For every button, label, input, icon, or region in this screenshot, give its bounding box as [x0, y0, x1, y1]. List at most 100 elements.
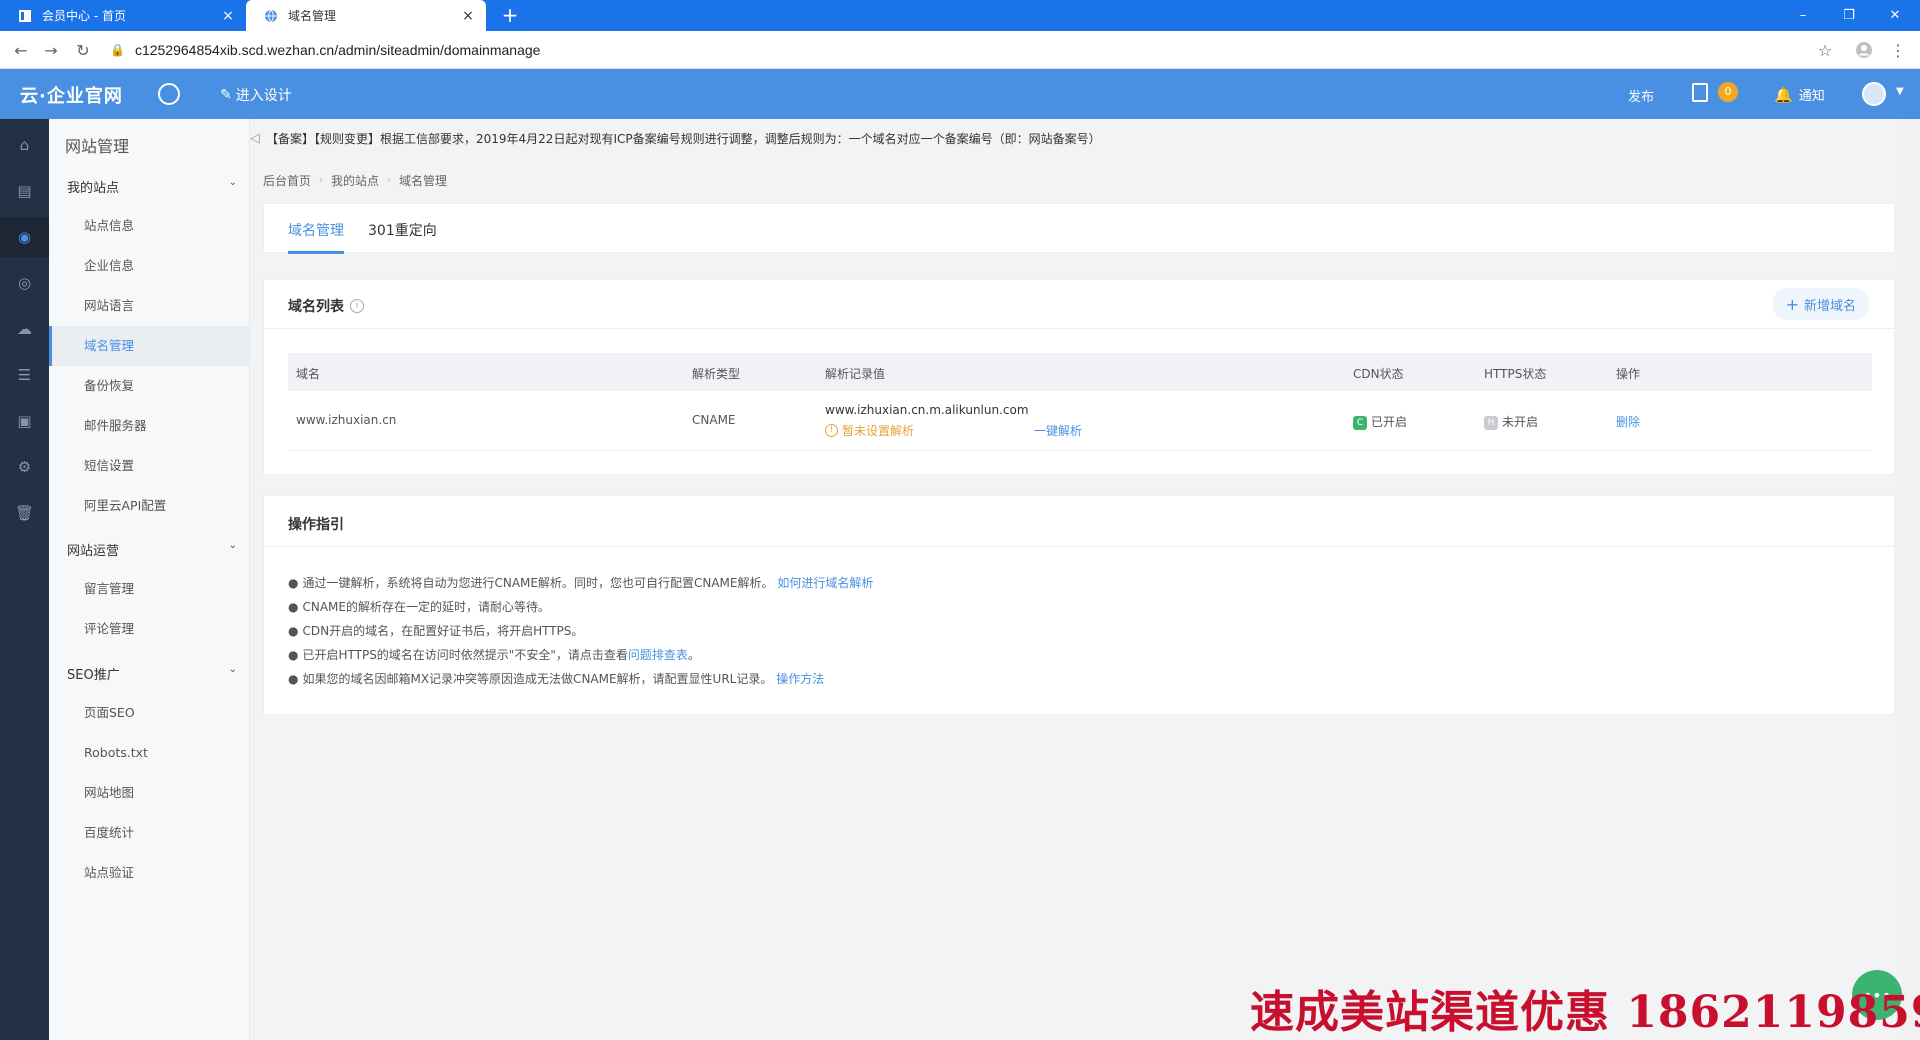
bookmark-star-icon[interactable]: ☆ — [1814, 39, 1836, 61]
sidebar-item-page-seo[interactable]: 页面SEO — [49, 693, 249, 733]
publish-button[interactable]: 发布 — [1628, 86, 1654, 105]
breadcrumb: 后台首页 › 我的站点 › 域名管理 — [263, 172, 447, 189]
close-icon[interactable]: × — [220, 8, 236, 24]
tab-domain-manage[interactable]: 域名管理 — [288, 220, 344, 240]
add-domain-button[interactable]: + 新增域名 — [1771, 288, 1870, 320]
pages-icon[interactable]: ▤ — [0, 171, 49, 211]
close-icon[interactable]: × — [460, 8, 476, 24]
icon-rail: ⌂ ▤ ◉ ◎ ☁ ☰ ▣ ⚙ 🗑 — [0, 119, 49, 1040]
pencil-icon: ✎ — [220, 87, 232, 103]
guide-link-domain-resolve[interactable]: 如何进行域名解析 — [777, 576, 873, 590]
sidebar-item-backup[interactable]: 备份恢复 — [49, 366, 249, 406]
column-header: CDN状态 — [1353, 367, 1404, 381]
notify-label: 通知 — [1798, 89, 1825, 104]
quick-resolve-link[interactable]: 一键解析 — [1034, 422, 1082, 439]
home-icon[interactable]: ⌂ — [0, 125, 49, 165]
column-header: 域名 — [296, 367, 321, 381]
compass-icon[interactable]: ◎ — [0, 263, 49, 303]
sidebar-item-site-info[interactable]: 站点信息 — [49, 206, 249, 246]
forward-arrow-icon[interactable]: → — [40, 39, 62, 61]
sidebar-item-domain-manage[interactable]: 域名管理 — [49, 326, 249, 366]
domain-list-title-text: 域名列表 — [288, 299, 344, 315]
caret-down-icon[interactable]: ▼ — [1896, 86, 1904, 97]
add-domain-label: 新增域名 — [1803, 298, 1856, 314]
breadcrumb-my-site[interactable]: 我的站点 — [331, 172, 379, 189]
sidebar-item-aliyun-api[interactable]: 阿里云API配置 — [49, 486, 249, 526]
settings-gear-icon[interactable]: ⚙ — [0, 447, 49, 487]
browser-menu-icon[interactable]: ⋮ — [1887, 39, 1909, 61]
sidebar-item-messages[interactable]: 留言管理 — [49, 569, 249, 609]
address-bar: ← → ↻ 🔒 c1252964854xib.scd.wezhan.cn/adm… — [0, 31, 1920, 69]
notify-button[interactable]: 🔔 通知 — [1774, 85, 1825, 105]
reload-icon[interactable]: ↻ — [72, 39, 94, 61]
chevron-down-icon: ⌄ — [228, 540, 237, 551]
list-item: ● 通过一键解析，系统将自动为您进行CNAME解析。同时，您也可自行配置CNAME… — [288, 571, 873, 595]
nav-group-label: SEO推广 — [67, 668, 120, 683]
tab-301-redirect[interactable]: 301重定向 — [368, 220, 437, 240]
warning-icon: ! — [825, 424, 838, 437]
chevron-down-icon: ⌄ — [228, 664, 237, 675]
chat-icon[interactable]: ☁ — [0, 309, 49, 349]
column-header: 解析类型 — [692, 367, 741, 381]
sidebar-item-sitemap[interactable]: 网站地图 — [49, 773, 249, 813]
https-off-icon: H — [1484, 415, 1498, 430]
list-item: ● 已开启HTTPS的域名在访问时依然提示"不安全"，请点击查看问题排查表。 — [288, 643, 873, 667]
guide-link-howto[interactable]: 操作方法 — [776, 672, 824, 686]
breadcrumb-current: 域名管理 — [399, 174, 448, 188]
browser-tab-home[interactable]: 会员中心 - 首页 × — [0, 0, 246, 31]
restore-button[interactable]: ❐ — [1826, 0, 1872, 31]
app-logo[interactable]: 云·企业官网 — [20, 82, 123, 108]
sidebar-item-mail-server[interactable]: 邮件服务器 — [49, 406, 249, 446]
sidebar-item-site-language[interactable]: 网站语言 — [49, 286, 249, 326]
page-tabs: 域名管理 301重定向 — [263, 203, 1895, 254]
nav-group-seo[interactable]: SEO推广 ⌄ — [67, 664, 237, 683]
guide-list: ● 通过一键解析，系统将自动为您进行CNAME解析。同时，您也可自行配置CNAME… — [288, 571, 873, 691]
notice-bar[interactable]: ◁ 【备案】【规则变更】根据工信部要求，2019年4月22日起对现有ICP备案编… — [250, 127, 1900, 149]
sidebar-item-site-verify[interactable]: 站点验证 — [49, 853, 249, 893]
avatar[interactable] — [1862, 82, 1886, 106]
warning-text: 暂未设置解析 — [842, 424, 915, 438]
table-header: 域名 解析类型 解析记录值 CDN状态 HTTPS状态 操作 — [288, 353, 1872, 391]
active-tab-indicator — [288, 251, 344, 254]
window-close-button[interactable]: ✕ — [1872, 0, 1918, 31]
nav-group-operations[interactable]: 网站运营 ⌄ — [67, 540, 237, 559]
bullet-icon: ● — [288, 648, 299, 662]
site-management-nav: 网站管理 我的站点 ⌄ 站点信息 企业信息 网站语言 域名管理 备份恢复 邮件服… — [49, 119, 250, 1040]
breadcrumb-home[interactable]: 后台首页 — [263, 172, 311, 189]
bullet-icon: ● — [288, 600, 299, 614]
resolve-warning: ! 暂未设置解析 — [825, 422, 914, 439]
type-cell: CNAME — [692, 413, 736, 427]
browser-tab-domain[interactable]: 域名管理 × — [246, 0, 486, 31]
nav-group-my-site[interactable]: 我的站点 ⌄ — [67, 177, 237, 196]
back-arrow-icon[interactable]: ← — [10, 39, 32, 61]
bell-icon: 🔔 — [1774, 85, 1793, 104]
notice-text: 【备案】【规则变更】根据工信部要求，2019年4月22日起对现有ICP备案编号规… — [266, 131, 1101, 146]
list-icon[interactable]: ☰ — [0, 355, 49, 395]
url-field[interactable]: 🔒 c1252964854xib.scd.wezhan.cn/admin/sit… — [110, 36, 1830, 64]
orders-button[interactable]: 0 — [1692, 82, 1738, 102]
info-icon[interactable]: i — [350, 299, 364, 313]
cdn-status-text: 已开启 — [1371, 415, 1408, 429]
new-tab-button[interactable]: + — [498, 3, 522, 27]
website-icon[interactable]: ◉ — [0, 217, 49, 257]
minimize-button[interactable]: – — [1780, 0, 1826, 31]
guide-link-troubleshoot[interactable]: 问题排查表 — [628, 648, 688, 662]
column-header: 操作 — [1616, 367, 1641, 381]
speedometer-icon[interactable] — [158, 83, 180, 105]
list-item: ● 如果您的域名因邮箱MX记录冲突等原因造成无法做CNAME解析，请配置显性URL… — [288, 667, 873, 691]
bullet-icon: ● — [288, 672, 299, 686]
sidebar-item-baidu-stats[interactable]: 百度统计 — [49, 813, 249, 853]
record-cell: www.izhuxian.cn.m.alikunlun.com — [825, 403, 1029, 417]
enter-design-button[interactable]: ✎ 进入设计 — [220, 85, 292, 105]
bag-icon[interactable]: ▣ — [0, 401, 49, 441]
sidebar-item-company-info[interactable]: 企业信息 — [49, 246, 249, 286]
sidebar-item-sms[interactable]: 短信设置 — [49, 446, 249, 486]
sidebar-item-robots[interactable]: Robots.txt — [49, 733, 249, 773]
profile-icon[interactable] — [1853, 39, 1875, 61]
bullet-icon: ● — [288, 576, 299, 590]
app-header: 云·企业官网 ✎ 进入设计 发布 0 🔔 通知 ▼ — [0, 69, 1920, 119]
trash-icon[interactable]: 🗑 — [0, 493, 49, 533]
sidebar-item-comments[interactable]: 评论管理 — [49, 609, 249, 649]
delete-link[interactable]: 删除 — [1616, 413, 1640, 430]
scrollbar[interactable] — [1902, 119, 1920, 1040]
